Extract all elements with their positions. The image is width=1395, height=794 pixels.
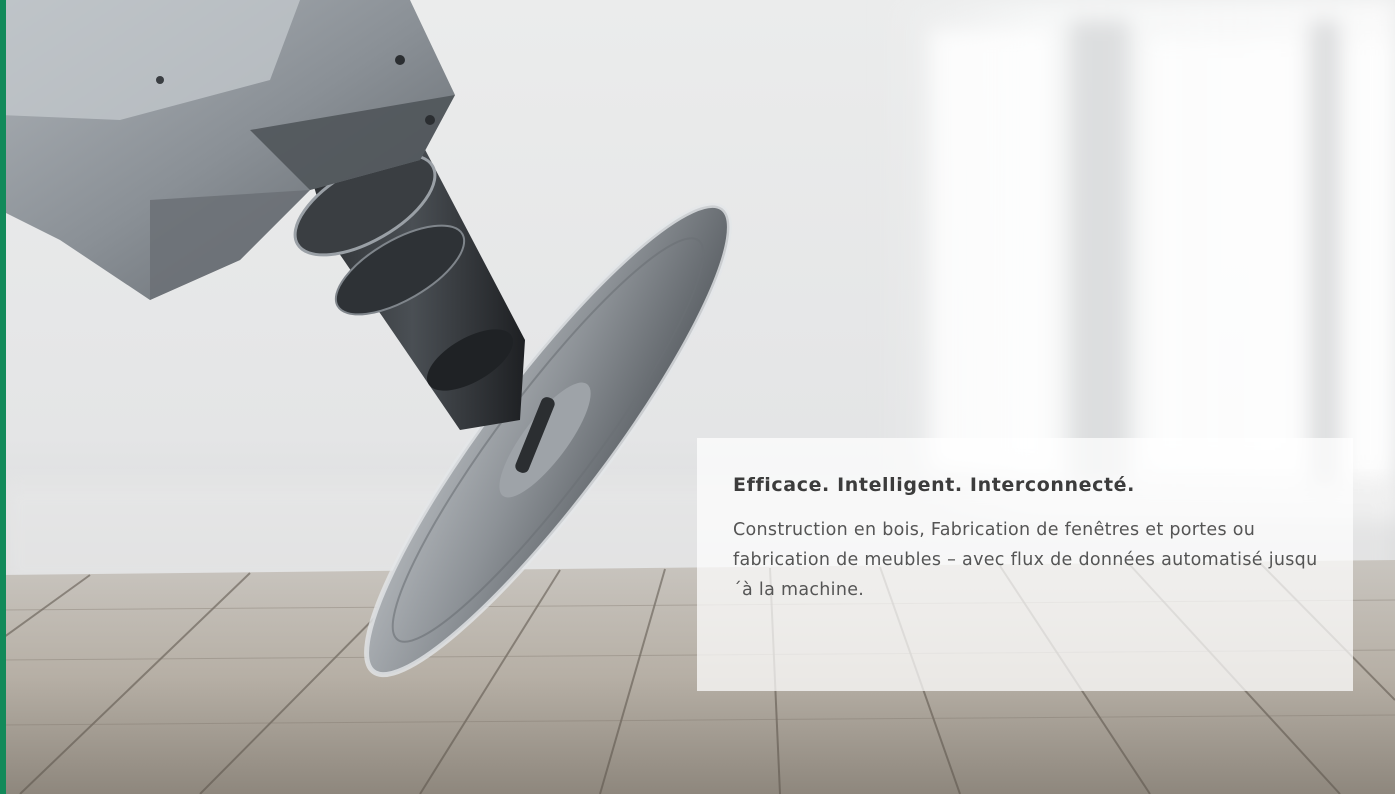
accent-bar: [0, 0, 6, 794]
caption-title: Efficace. Intelligent. Interconnecté.: [733, 474, 1135, 496]
hero-caption: Efficace. Intelligent. Interconnecté. Co…: [697, 438, 1353, 691]
hero-banner: Efficace. Intelligent. Interconnecté. Co…: [0, 0, 1395, 794]
caption-text: Construction en bois, Fabrication de fen…: [733, 520, 1318, 600]
